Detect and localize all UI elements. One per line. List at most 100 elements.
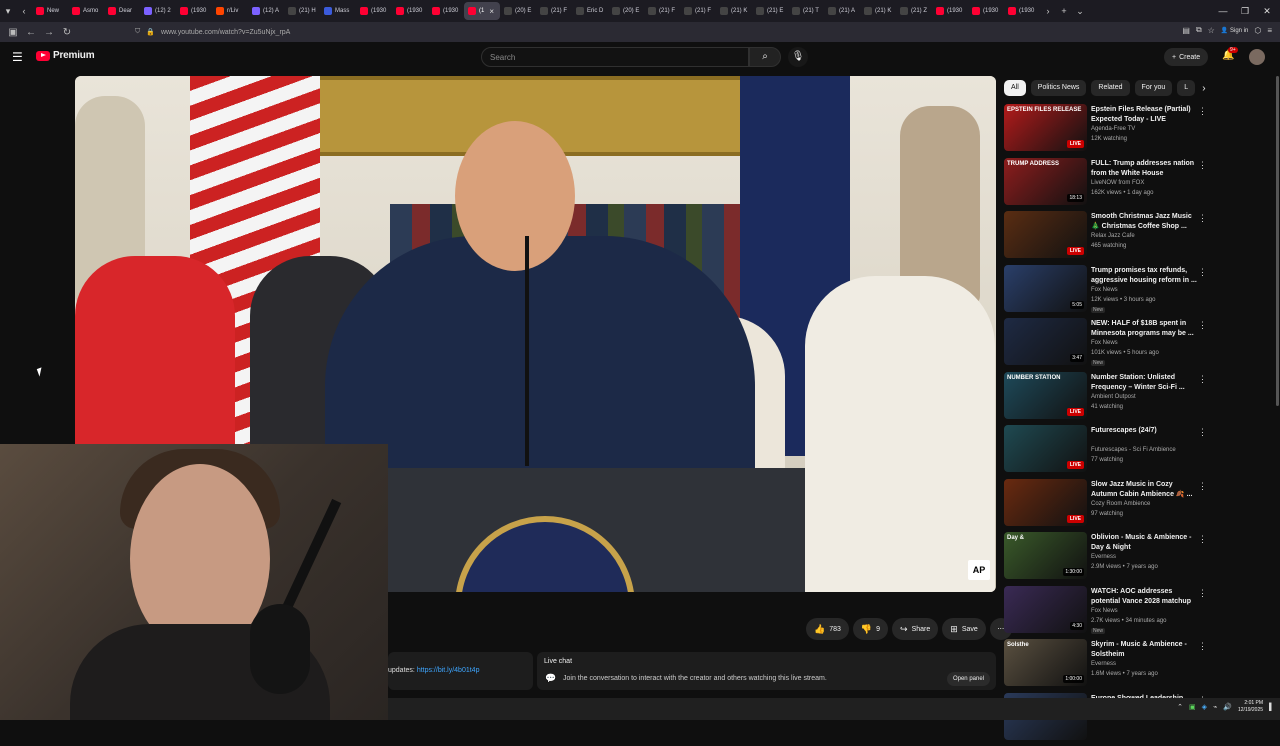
video-title[interactable]: Epstein Files Release (Partial) Expected… — [1091, 105, 1197, 125]
menu-icon[interactable]: ≡ — [1267, 26, 1272, 35]
browser-tab[interactable]: (21) Z — [896, 2, 932, 20]
more-vert-icon[interactable]: ⋮ — [1198, 267, 1207, 278]
video-thumbnail[interactable]: 4:30 — [1004, 586, 1087, 633]
browser-tab[interactable]: (1930 — [428, 2, 464, 20]
volume-icon[interactable]: 🔊 — [1223, 703, 1232, 711]
browser-tab[interactable]: (12) 2 — [140, 2, 176, 20]
browser-tab[interactable]: (21) F — [536, 2, 572, 20]
extension-icon[interactable]: ⬡ — [1254, 26, 1261, 35]
chip[interactable]: Related — [1091, 80, 1129, 96]
browser-tab[interactable]: (1930 — [968, 2, 1004, 20]
close-window-icon[interactable]: ✕ — [1256, 0, 1278, 22]
channel-name[interactable]: Agenda-Free TV — [1091, 126, 1135, 132]
more-vert-icon[interactable]: ⋮ — [1198, 374, 1207, 385]
page-scrollbar[interactable] — [1276, 76, 1279, 406]
channel-name[interactable]: Everness — [1091, 661, 1116, 667]
recommendation-item[interactable]: TRUMP ADDRESS18:13FULL: Trump addresses … — [1004, 158, 1204, 212]
save-button[interactable]: ⊞Save — [942, 618, 986, 640]
video-thumbnail[interactable]: TRUMP ADDRESS18:13 — [1004, 158, 1087, 205]
reload-icon[interactable]: ↻ — [58, 23, 76, 41]
back-icon[interactable]: ← — [22, 23, 40, 41]
chip[interactable]: L — [1177, 80, 1195, 96]
more-vert-icon[interactable]: ⋮ — [1198, 320, 1207, 331]
forward-icon[interactable]: → — [40, 23, 58, 41]
tray-app2-icon[interactable]: ◈ — [1202, 703, 1207, 711]
avatar[interactable] — [1249, 49, 1265, 65]
restore-icon[interactable]: ❐ — [1234, 0, 1256, 22]
like-button[interactable]: 👍783 — [806, 618, 849, 640]
video-thumbnail[interactable]: LIVE — [1004, 425, 1087, 472]
more-vert-icon[interactable]: ⋮ — [1198, 160, 1207, 171]
signin-button[interactable]: 👤 Sign in — [1221, 27, 1249, 34]
browser-tab[interactable]: (21) A — [824, 2, 860, 20]
more-vert-icon[interactable]: ⋮ — [1198, 213, 1207, 224]
tray-app-icon[interactable]: ▣ — [1189, 703, 1196, 711]
browser-tab[interactable]: Eric D — [572, 2, 608, 20]
search-input[interactable]: Search — [481, 47, 749, 67]
more-vert-icon[interactable]: ⋮ — [1198, 588, 1207, 599]
recommendation-item[interactable]: 4:30WATCH: AOC addresses potential Vance… — [1004, 586, 1204, 640]
channel-name[interactable]: Relax Jazz Cafe — [1091, 233, 1135, 239]
channel-name[interactable]: Cozy Room Ambience — [1091, 501, 1150, 507]
browser-tab[interactable]: Dear — [104, 2, 140, 20]
browser-tab[interactable]: New — [32, 2, 68, 20]
sidebar-toggle-icon[interactable]: ▣ — [4, 23, 22, 41]
channel-name[interactable]: Fox News — [1091, 340, 1118, 346]
recommendation-item[interactable]: EPSTEIN FILES RELEASELIVEEpstein Files R… — [1004, 104, 1204, 158]
recommendation-item[interactable]: 5:05Trump promises tax refunds, aggressi… — [1004, 265, 1204, 319]
recommendation-item[interactable]: LIVESmooth Christmas Jazz Music 🎄 Christ… — [1004, 211, 1204, 265]
bookmark-star-icon[interactable]: ☆ — [1208, 26, 1215, 35]
browser-tab[interactable]: (1930 — [176, 2, 212, 20]
browser-tab[interactable]: (21) E — [752, 2, 788, 20]
open-panel-button[interactable]: Open panel — [947, 672, 990, 686]
video-thumbnail[interactable]: 5:05 — [1004, 265, 1087, 312]
guide-menu-icon[interactable]: ☰ — [12, 50, 23, 64]
address-bar[interactable]: ⛉ 🔒 www.youtube.com/watch?v=Zu5uNjx_rpA — [135, 24, 1135, 40]
tab-forward-icon[interactable]: › — [1040, 6, 1056, 16]
more-vert-icon[interactable]: ⋮ — [1198, 534, 1207, 545]
browser-tab[interactable]: (21) F — [680, 2, 716, 20]
browser-tab[interactable]: (21) F — [644, 2, 680, 20]
voice-search-button[interactable]: 🎙 — [788, 47, 808, 67]
channel-name[interactable]: Everness — [1091, 554, 1116, 560]
browser-tab[interactable]: (21) K — [860, 2, 896, 20]
clock[interactable]: 2:01 PM 12/19/2025 — [1238, 700, 1263, 714]
browser-tab[interactable]: (20) E — [500, 2, 536, 20]
recommendation-item[interactable]: LIVEFuturescapes (24/7)Futurescapes - Sc… — [1004, 425, 1204, 479]
new-tab-icon[interactable]: + — [1056, 6, 1072, 16]
reader-icon[interactable]: ▤ — [1182, 26, 1190, 35]
chip[interactable]: All — [1004, 80, 1026, 96]
browser-tab[interactable]: (1930 — [356, 2, 392, 20]
channel-name[interactable]: Futurescapes - Sci Fi Ambience — [1091, 447, 1176, 453]
video-thumbnail[interactable]: LIVE — [1004, 211, 1087, 258]
video-thumbnail[interactable]: Day &1:30:00 — [1004, 532, 1087, 579]
recommendation-item[interactable]: 3:47NEW: HALF of $18B spent in Minnesota… — [1004, 318, 1204, 372]
description-box[interactable]: updates: https://bit.ly/4b01t4p — [388, 652, 533, 690]
tab-back-icon[interactable]: ‹ — [16, 6, 32, 16]
more-vert-icon[interactable]: ⋮ — [1198, 641, 1207, 652]
video-title[interactable]: NEW: HALF of $18B spent in Minnesota pro… — [1091, 319, 1197, 339]
browser-tab[interactable]: (1930 — [392, 2, 428, 20]
create-button[interactable]: +Create — [1164, 48, 1208, 66]
network-icon[interactable]: ⌁ — [1213, 703, 1217, 711]
youtube-premium-logo[interactable]: Premium — [36, 50, 94, 61]
recommendation-item[interactable]: Solsthe1:00:00Skyrim - Music & Ambience … — [1004, 639, 1204, 693]
description-link[interactable]: https://bit.ly/4b01t4p — [417, 667, 480, 674]
notifications-button[interactable]: 🔔9+ — [1222, 50, 1234, 61]
browser-tab[interactable]: (21) K — [716, 2, 752, 20]
video-title[interactable]: Slow Jazz Music in Cozy Autumn Cabin Amb… — [1091, 480, 1197, 500]
video-title[interactable]: Skyrim - Music & Ambience - Solstheim — [1091, 640, 1197, 660]
recommendation-item[interactable]: Day &1:30:00Oblivion - Music & Ambience … — [1004, 532, 1204, 586]
video-thumbnail[interactable]: NUMBER STATIONLIVE — [1004, 372, 1087, 419]
browser-tab[interactable]: (1930 — [932, 2, 968, 20]
recommendation-item[interactable]: NUMBER STATIONLIVENumber Station: Unlist… — [1004, 372, 1204, 426]
pip-icon[interactable]: ⧉ — [1196, 25, 1202, 35]
video-thumbnail[interactable]: Solsthe1:00:00 — [1004, 639, 1087, 686]
video-title[interactable]: FULL: Trump addresses nation from the Wh… — [1091, 159, 1197, 179]
more-vert-icon[interactable]: ⋮ — [1198, 106, 1207, 117]
video-thumbnail[interactable]: LIVE — [1004, 479, 1087, 526]
show-desktop-icon[interactable]: ▌ — [1269, 704, 1274, 711]
browser-tab[interactable]: (1930 — [1004, 2, 1040, 20]
browser-tab[interactable]: (1× — [464, 2, 500, 20]
browser-tab[interactable]: Asmo — [68, 2, 104, 20]
